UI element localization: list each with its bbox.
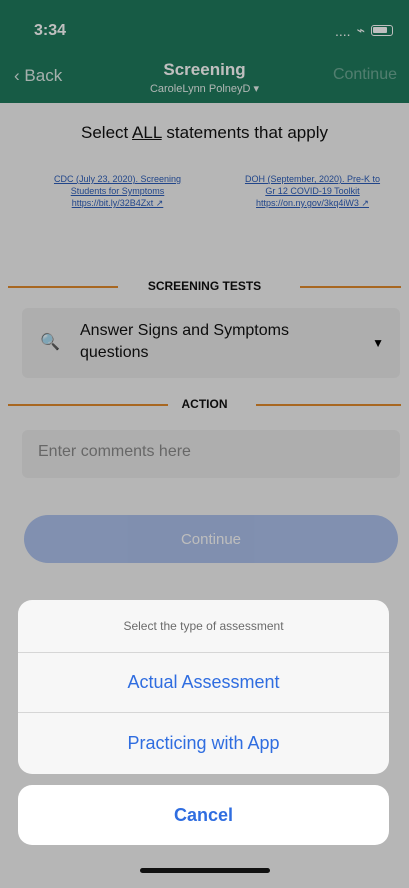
cancel-button[interactable]: Cancel (18, 785, 389, 845)
option-practicing-with-app[interactable]: Practicing with App (18, 713, 389, 773)
option-actual-assessment[interactable]: Actual Assessment (18, 653, 389, 713)
sheet-heading: Select the type of assessment (18, 600, 389, 653)
assessment-action-sheet: Select the type of assessment Actual Ass… (18, 600, 389, 774)
home-indicator (140, 868, 270, 873)
